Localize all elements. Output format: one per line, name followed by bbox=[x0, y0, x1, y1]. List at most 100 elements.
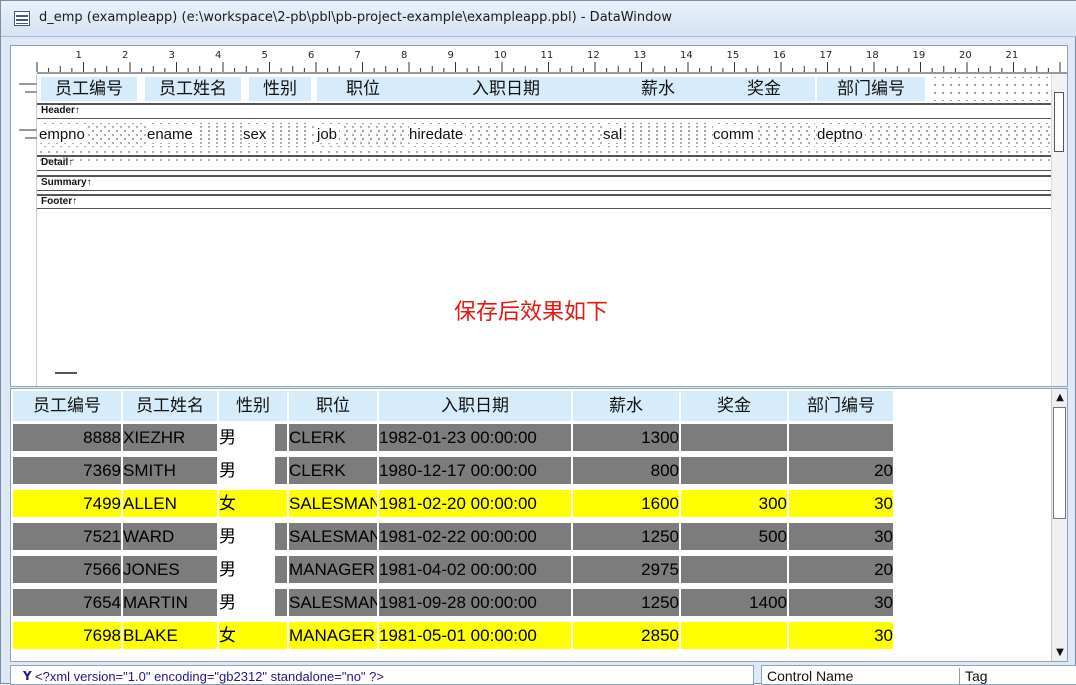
cell-deptno[interactable] bbox=[789, 424, 893, 451]
cell-comm[interactable] bbox=[681, 424, 787, 451]
cell-hiredate[interactable]: 1982-01-23 00:00:00 bbox=[379, 424, 571, 451]
table-row[interactable]: 7654 MARTIN 男 SALESMAN 1981-09-28 00:00:00 12… bbox=[13, 589, 895, 619]
table-row[interactable]: 7499 ALLEN 女 SALESMAN 1981-02-20 00:00:00 160… bbox=[13, 490, 895, 520]
table-row[interactable]: 7521 WARD 男 SALESMAN 1981-02-22 00:00:00 1250… bbox=[13, 523, 895, 553]
cell-deptno[interactable]: 30 bbox=[789, 589, 893, 616]
scroll-up-button[interactable]: ▲ bbox=[1052, 389, 1067, 406]
cell-empno[interactable]: 7521 bbox=[13, 523, 121, 550]
header-label-comm[interactable]: 奖金 bbox=[713, 77, 815, 101]
header-label-ename[interactable]: 员工姓名 bbox=[145, 77, 241, 101]
summary-band-divider[interactable] bbox=[37, 175, 1051, 177]
column-header[interactable]: 部门编号 bbox=[789, 391, 893, 421]
design-scroll-thumb[interactable] bbox=[1054, 92, 1064, 152]
footer-band-divider[interactable] bbox=[37, 194, 1051, 196]
cell-comm[interactable] bbox=[681, 556, 787, 583]
column-header[interactable]: 奖金 bbox=[681, 391, 787, 421]
cell-sal[interactable]: 1250 bbox=[573, 523, 679, 550]
cell-ename[interactable]: WARD bbox=[123, 523, 217, 550]
cell-sex[interactable]: 男 bbox=[219, 523, 275, 550]
cell-ename[interactable]: MARTIN bbox=[123, 589, 217, 616]
cell-deptno[interactable]: 30 bbox=[789, 622, 893, 649]
cell-sal[interactable]: 2975 bbox=[573, 556, 679, 583]
cell-sal[interactable]: 1300 bbox=[573, 424, 679, 451]
cell-comm[interactable]: 1400 bbox=[681, 589, 787, 616]
cell-hiredate[interactable]: 1981-04-02 00:00:00 bbox=[379, 556, 571, 583]
header-label-sal[interactable]: 薪水 bbox=[603, 77, 713, 101]
cell-job[interactable]: SALESMAN bbox=[289, 589, 377, 616]
cell-sex[interactable]: 男 bbox=[219, 457, 275, 484]
cell-sex[interactable]: 男 bbox=[219, 589, 275, 616]
table-row[interactable]: 8888 XIEZHR 男 CLERK 1982-01-23 00:00:00 1300 bbox=[13, 424, 895, 454]
cell-hiredate[interactable]: 1981-02-20 00:00:00 bbox=[379, 490, 571, 517]
cell-sal[interactable]: 2850 bbox=[573, 622, 679, 649]
header-band-divider[interactable] bbox=[37, 103, 1051, 105]
cell-empno[interactable]: 7698 bbox=[13, 622, 121, 649]
detail-field-sex[interactable]: sex bbox=[243, 123, 311, 147]
preview-scroll-thumb[interactable] bbox=[1053, 407, 1066, 519]
cell-hiredate[interactable]: 1981-09-28 00:00:00 bbox=[379, 589, 571, 616]
header-label-hiredate[interactable]: 入职日期 bbox=[409, 77, 603, 101]
cell-sal[interactable]: 1250 bbox=[573, 589, 679, 616]
cell-sal[interactable]: 800 bbox=[573, 457, 679, 484]
cell-job[interactable]: MANAGER bbox=[289, 622, 377, 649]
detail-field-job[interactable]: job bbox=[317, 123, 407, 147]
header-label-job[interactable]: 职位 bbox=[317, 77, 409, 101]
cell-job[interactable]: SALESMAN bbox=[289, 490, 377, 517]
design-pane[interactable]: 1 2 3 4 5 6 7 8 9 10 11 12 13 14 15 16 17 18 19 20 21 员工编号 员… bbox=[10, 45, 1068, 387]
xml-source-pane[interactable]: Y <?xml version="1.0" encoding="gb2312" … bbox=[10, 665, 754, 685]
cell-hiredate[interactable]: 1981-05-01 00:00:00 bbox=[379, 622, 571, 649]
control-list-pane[interactable]: Control Name Tag bbox=[761, 665, 1076, 685]
detail-field-comm[interactable]: comm bbox=[713, 123, 815, 147]
cell-comm[interactable]: 500 bbox=[681, 523, 787, 550]
cell-ename[interactable]: XIEZHR bbox=[123, 424, 217, 451]
header-label-empno[interactable]: 员工编号 bbox=[41, 77, 137, 101]
cell-empno[interactable]: 8888 bbox=[13, 424, 121, 451]
scroll-down-button[interactable]: ▼ bbox=[1052, 644, 1067, 661]
cell-comm[interactable]: 300 bbox=[681, 490, 787, 517]
column-header[interactable]: 员工姓名 bbox=[123, 391, 217, 421]
cell-empno[interactable]: 7654 bbox=[13, 589, 121, 616]
detail-field-deptno[interactable]: deptno bbox=[817, 123, 1051, 147]
cell-ename[interactable]: SMITH bbox=[123, 457, 217, 484]
cell-job[interactable]: SALESMAN bbox=[289, 523, 377, 550]
cell-ename[interactable]: BLAKE bbox=[123, 622, 217, 649]
detail-field-empno[interactable]: empno bbox=[39, 123, 143, 147]
cell-ename[interactable]: ALLEN bbox=[123, 490, 217, 517]
header-label-sex[interactable]: 性别 bbox=[249, 77, 311, 101]
cell-comm[interactable] bbox=[681, 457, 787, 484]
cell-sex[interactable]: 女 bbox=[219, 490, 275, 517]
cell-ename[interactable]: JONES bbox=[123, 556, 217, 583]
table-row[interactable]: 7369 SMITH 男 CLERK 1980-12-17 00:00:00 800 20 bbox=[13, 457, 895, 487]
detail-field-ename[interactable]: ename bbox=[147, 123, 243, 147]
table-row[interactable]: 7566 JONES 男 MANAGER 1981-04-02 00:00:00 2975… bbox=[13, 556, 895, 586]
cell-deptno[interactable]: 20 bbox=[789, 556, 893, 583]
column-header[interactable]: 入职日期 bbox=[379, 391, 571, 421]
column-header-tag[interactable]: Tag bbox=[960, 668, 1076, 684]
cell-sex[interactable]: 女 bbox=[219, 622, 275, 649]
detail-band-divider[interactable] bbox=[37, 155, 1051, 157]
column-header[interactable]: 性别 bbox=[219, 391, 287, 421]
header-label-deptno[interactable]: 部门编号 bbox=[817, 77, 925, 101]
cell-job[interactable]: MANAGER bbox=[289, 556, 377, 583]
cell-deptno[interactable]: 30 bbox=[789, 523, 893, 550]
cell-comm[interactable] bbox=[681, 622, 787, 649]
cell-empno[interactable]: 7566 bbox=[13, 556, 121, 583]
cell-sex[interactable]: 男 bbox=[219, 556, 275, 583]
column-header[interactable]: 薪水 bbox=[573, 391, 679, 421]
column-header[interactable]: 职位 bbox=[289, 391, 377, 421]
cell-sex[interactable]: 男 bbox=[219, 424, 275, 451]
cell-empno[interactable]: 7369 bbox=[13, 457, 121, 484]
cell-deptno[interactable]: 20 bbox=[789, 457, 893, 484]
cell-sal[interactable]: 1600 bbox=[573, 490, 679, 517]
preview-vertical-scrollbar[interactable]: ▲ ▼ bbox=[1051, 389, 1067, 661]
preview-pane[interactable]: 员工编号 员工姓名 性别 职位 入职日期 薪水 奖金 部门编号 8888 XIEZHR 男 CLERK… bbox=[10, 388, 1068, 662]
detail-field-sal[interactable]: sal bbox=[603, 123, 709, 147]
cell-empno[interactable]: 7499 bbox=[13, 490, 121, 517]
cell-hiredate[interactable]: 1981-02-22 00:00:00 bbox=[379, 523, 571, 550]
column-header-control-name[interactable]: Control Name bbox=[762, 668, 960, 684]
cell-job[interactable]: CLERK bbox=[289, 457, 377, 484]
cell-job[interactable]: CLERK bbox=[289, 424, 377, 451]
table-row[interactable]: 7698 BLAKE 女 MANAGER 1981-05-01 00:00:00 2850… bbox=[13, 622, 895, 652]
cell-hiredate[interactable]: 1980-12-17 00:00:00 bbox=[379, 457, 571, 484]
detail-field-hiredate[interactable]: hiredate bbox=[409, 123, 601, 147]
